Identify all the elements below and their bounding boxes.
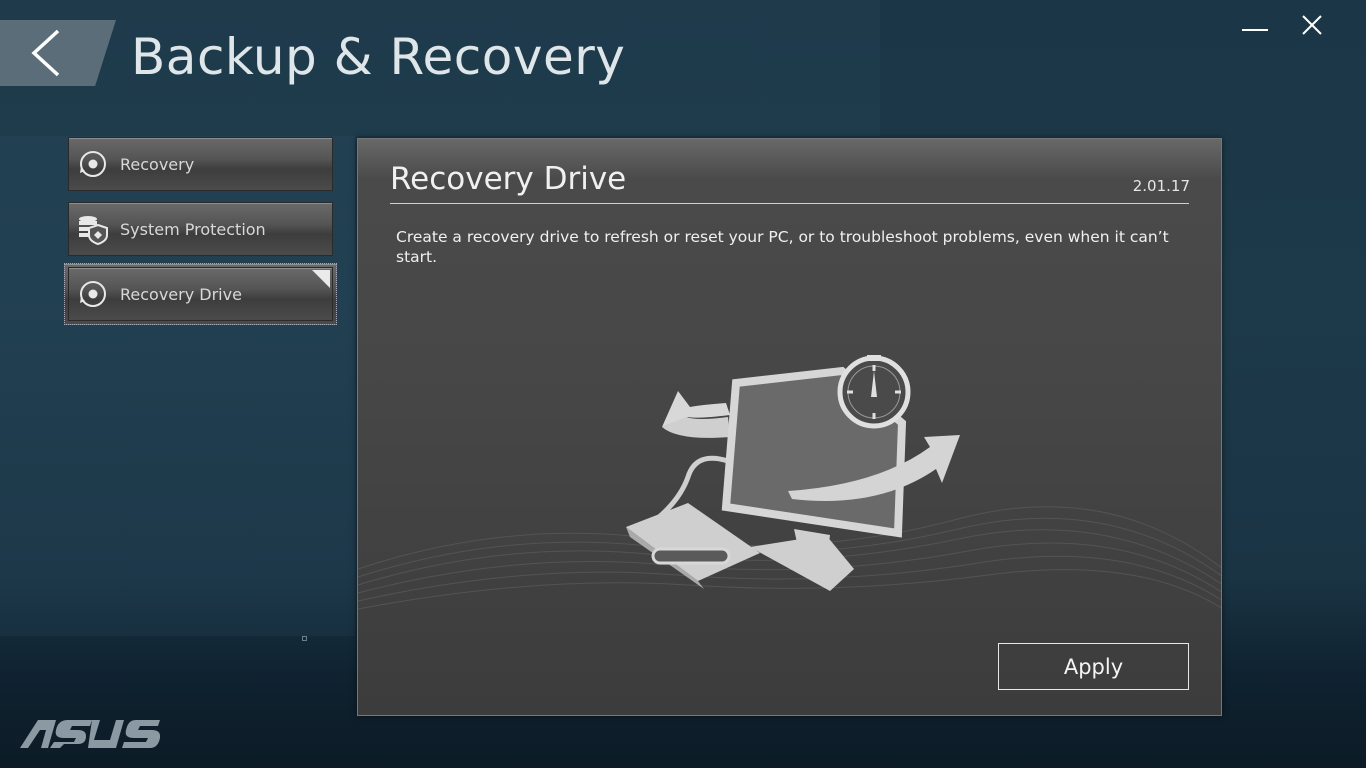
sidebar-item-recovery[interactable]: Recovery	[68, 137, 333, 191]
title-divider	[390, 203, 1189, 204]
description-text: Create a recovery drive to refresh or re…	[396, 228, 1169, 266]
asus-logo	[20, 720, 160, 748]
close-button[interactable]	[1294, 10, 1330, 40]
sidebar-item-label: Recovery Drive	[120, 284, 242, 304]
resize-marker	[302, 636, 307, 641]
recovery-drive-illustration	[358, 355, 1221, 610]
minimize-button[interactable]	[1236, 10, 1272, 40]
content-title: Recovery Drive	[390, 161, 627, 197]
sidebar-item-system-protection[interactable]: System Protection	[68, 202, 333, 256]
sidebar-item-label: Recovery	[120, 154, 195, 174]
version-label: 2.01.17	[1132, 177, 1190, 195]
database-shield-icon	[77, 213, 109, 245]
sidebar-item-label: System Protection	[120, 219, 266, 239]
apply-button[interactable]: Apply	[998, 643, 1189, 690]
sidebar-item-recovery-drive[interactable]: Recovery Drive	[68, 267, 333, 321]
minimize-icon	[1242, 29, 1268, 31]
content-panel: Recovery Drive 2.01.17 Create a recovery…	[357, 138, 1222, 716]
app-title: Backup & Recovery	[131, 28, 626, 86]
recovery-disc-icon	[77, 278, 109, 310]
recovery-disc-icon	[77, 148, 109, 180]
close-icon	[1302, 15, 1322, 35]
selected-corner-indicator	[312, 270, 330, 288]
chevron-left-icon	[31, 29, 60, 77]
